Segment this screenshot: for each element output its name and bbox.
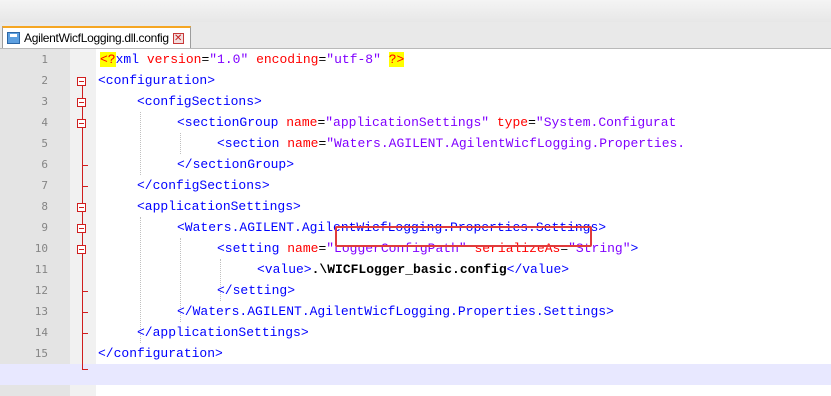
code-line-14: </applicationSettings>: [137, 325, 309, 340]
window-top-strip: [0, 0, 831, 22]
line-number: 5: [41, 137, 48, 150]
fold-end-icon: [82, 369, 88, 370]
tag-end: >: [630, 241, 639, 256]
tab-bar: AgilentWicfLogging.dll.config ✕: [0, 22, 831, 49]
fold-toggle-icon[interactable]: [77, 77, 86, 86]
line-number: 11: [34, 263, 48, 276]
line-number: 2: [41, 74, 48, 87]
attr-name: encoding: [248, 52, 319, 67]
attr-value: "applicationSettings": [325, 115, 490, 130]
attr-value: "utf-8": [326, 52, 381, 67]
fold-toggle-icon[interactable]: [77, 98, 86, 107]
line-number: 4: [41, 116, 48, 129]
close-icon[interactable]: ✕: [172, 32, 184, 44]
fold-end-icon: [82, 333, 88, 334]
value-close-tag: </value>: [506, 262, 570, 277]
attr-value: "Waters.AGILENT.AgilentWicfLogging.Prope…: [326, 136, 686, 151]
tag-name: <setting: [217, 241, 280, 256]
fold-end-icon: [82, 186, 88, 187]
pi-open: <?: [100, 52, 116, 67]
attr-name: name: [279, 241, 319, 256]
code-line-3: <configSections>: [137, 94, 262, 109]
line-number: 13: [34, 305, 48, 318]
line-number: 14: [34, 326, 48, 339]
callout-highlight-box: [335, 226, 592, 247]
code-line-11: <value>.\WICFLogger_basic.config</value>: [257, 259, 569, 280]
file-saved-icon: [7, 32, 20, 44]
code-line-15: </configuration>: [98, 346, 223, 361]
config-path-value[interactable]: .\WICFLogger_basic.config: [312, 262, 507, 277]
current-line-highlight: [0, 364, 831, 385]
tab-agilentwicflogging-config[interactable]: AgilentWicfLogging.dll.config ✕: [2, 26, 191, 48]
value-open-tag: <value>: [257, 262, 312, 277]
line-number: 15: [34, 347, 48, 360]
code-line-5: <section name="Waters.AGILENT.AgilentWic…: [217, 133, 685, 154]
fold-end-icon: [82, 165, 88, 166]
fold-end-icon: [82, 291, 88, 292]
attr-eq: =: [528, 115, 536, 130]
code-line-2: <configuration>: [98, 73, 216, 88]
code-line-1: <?xml version="1.0" encoding="utf-8" ?>: [100, 49, 405, 70]
pi-name: xml: [115, 52, 140, 67]
fold-toggle-icon[interactable]: [77, 119, 86, 128]
line-number: 10: [34, 242, 48, 255]
attr-name: type: [489, 115, 529, 130]
line-number: 9: [41, 221, 48, 234]
editor-window: AgilentWicfLogging.dll.config ✕ 1 2 3 4 …: [0, 0, 831, 396]
tag-name: <section: [217, 136, 280, 151]
fold-toggle-icon[interactable]: [77, 245, 86, 254]
code-line-6: </sectionGroup>: [177, 157, 295, 172]
line-number: 7: [41, 179, 48, 192]
code-line-4: <sectionGroup name = "applicationSettings"…: [177, 112, 676, 133]
line-number: 8: [41, 200, 48, 213]
code-editor[interactable]: 1 2 3 4 5 6 7 8 9 10 11 12 13 14 15 <?xm…: [0, 49, 831, 396]
code-line-12: </setting>: [217, 283, 296, 298]
code-line-7: </configSections>: [137, 178, 270, 193]
code-line-8: <applicationSettings>: [137, 199, 301, 214]
tag-name: <sectionGroup: [177, 115, 279, 130]
attr-name: name: [278, 115, 318, 130]
fold-toggle-icon[interactable]: [77, 224, 86, 233]
attr-value: "1.0": [209, 52, 249, 67]
indent-guide: [180, 133, 181, 154]
indent-guide: [140, 112, 141, 175]
fold-end-icon: [82, 312, 88, 313]
fold-toggle-icon[interactable]: [77, 203, 86, 212]
attr-value: "System.Configurat: [535, 115, 677, 130]
tab-label: AgilentWicfLogging.dll.config: [24, 31, 169, 45]
line-number: 1: [41, 53, 48, 66]
line-number: 6: [41, 158, 48, 171]
attr-name: version: [139, 52, 202, 67]
line-number: 12: [34, 284, 48, 297]
pi-close: ?>: [388, 52, 405, 67]
code-line-13: </Waters.AGILENT.AgilentWicfLogging.Prop…: [177, 304, 614, 319]
attr-name: name: [279, 136, 319, 151]
line-number: 3: [41, 95, 48, 108]
